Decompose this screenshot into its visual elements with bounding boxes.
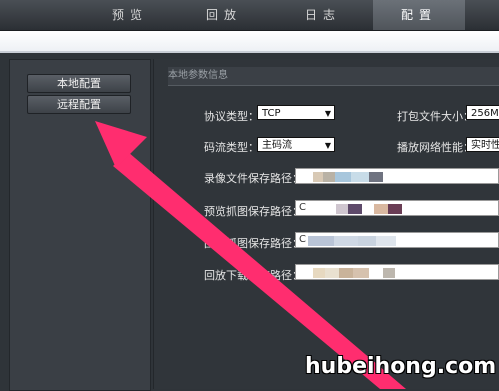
watermark-text: hubeihong.com	[305, 354, 497, 379]
annotation-arrow-icon	[95, 121, 406, 389]
